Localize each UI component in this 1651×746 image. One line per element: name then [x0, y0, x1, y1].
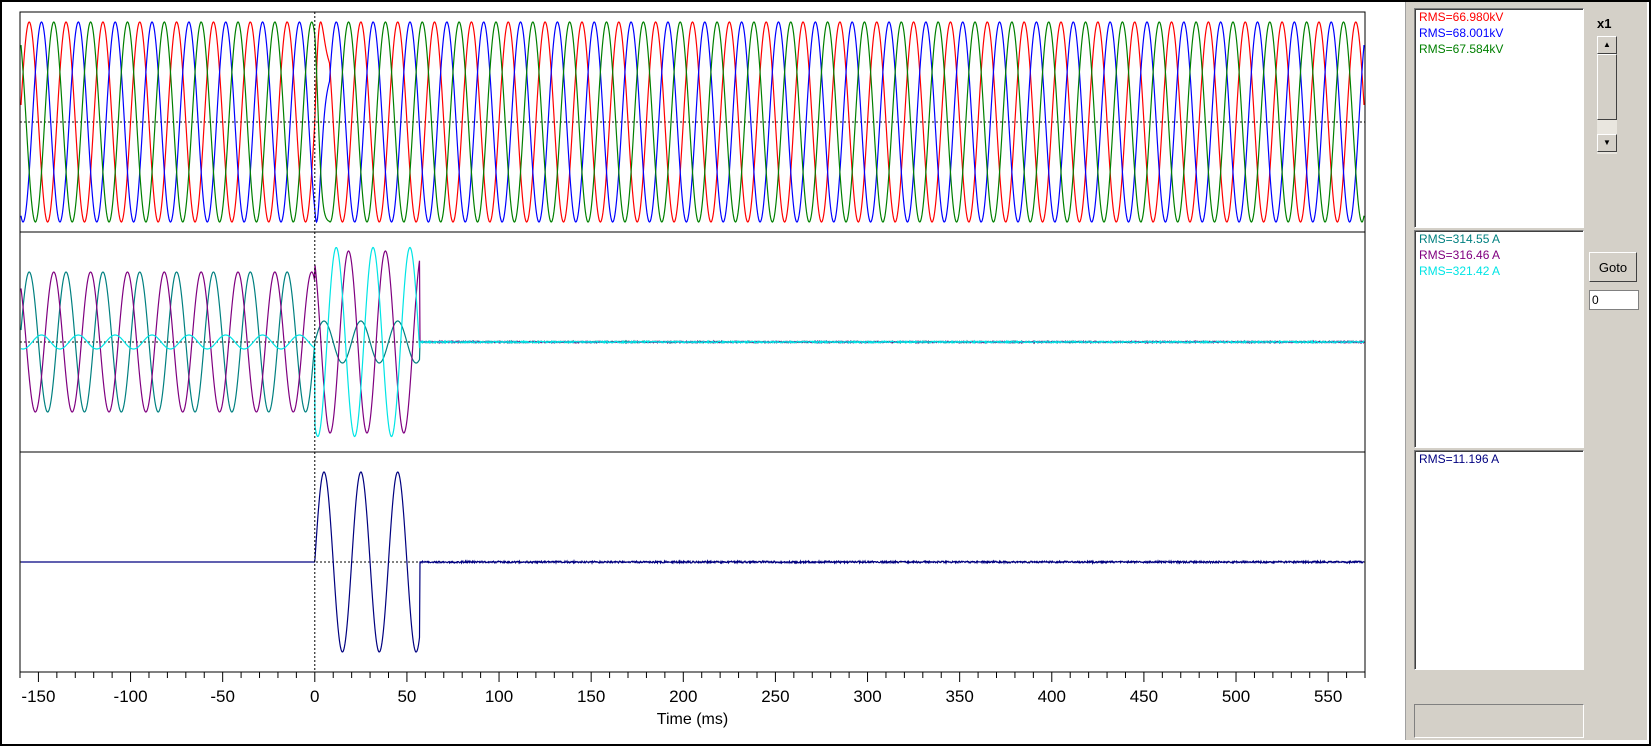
goto-time-input[interactable]: [1589, 290, 1639, 310]
x-tick-label: -100: [114, 687, 148, 706]
x-tick-label: -150: [21, 687, 55, 706]
rms-sidebar: RMS=66.980kV RMS=68.001kV RMS=67.584kV R…: [1405, 2, 1586, 740]
rms-panel-neutral: RMS=11.196 A: [1414, 450, 1584, 670]
x-tick-label: 250: [761, 687, 789, 706]
x-tick-label: 500: [1222, 687, 1250, 706]
rms-voltage-b: RMS=68.001kV: [1415, 25, 1583, 41]
rms-neutral-current: RMS=11.196 A: [1415, 451, 1583, 467]
x-tick-label: 450: [1130, 687, 1158, 706]
goto-button[interactable]: Goto: [1589, 252, 1637, 282]
panel-phase-currents: [20, 232, 1365, 452]
panel-neutral-current: [20, 452, 1365, 672]
status-area: [1414, 704, 1584, 738]
scroll-thumb[interactable]: [1597, 54, 1617, 120]
x-axis-label: Time (ms): [657, 711, 728, 728]
x-tick-label: 0: [310, 687, 319, 706]
rms-panel-currents: RMS=314.55 A RMS=316.46 A RMS=321.42 A: [1414, 230, 1584, 448]
zoom-scrollbar[interactable]: ▲ ▼: [1597, 36, 1617, 154]
x-tick-label: 150: [577, 687, 605, 706]
rms-current-b: RMS=316.46 A: [1415, 247, 1583, 263]
scroll-up-arrow-icon[interactable]: ▲: [1597, 36, 1617, 54]
x-tick-label: 400: [1038, 687, 1066, 706]
scroll-down-arrow-icon[interactable]: ▼: [1597, 134, 1617, 152]
waveform-plot[interactable]: -150 -100 -50 0 50 100 150 200 250 300 350 400 450 50…: [0, 0, 1405, 746]
x-tick-label: -50: [210, 687, 235, 706]
rms-voltage-a: RMS=66.980kV: [1415, 9, 1583, 25]
panel-voltages: [20, 12, 1365, 232]
zoom-level-label: x1: [1597, 16, 1611, 31]
x-tick-label: 100: [485, 687, 513, 706]
rms-current-c: RMS=321.42 A: [1415, 263, 1583, 279]
control-panel: x1 ▲ ▼ Goto: [1585, 2, 1647, 740]
rms-voltage-c: RMS=67.584kV: [1415, 41, 1583, 57]
x-tick-label: 200: [669, 687, 697, 706]
rms-current-a: RMS=314.55 A: [1415, 231, 1583, 247]
x-tick-label: 50: [397, 687, 416, 706]
x-tick-label: 550: [1314, 687, 1342, 706]
x-tick-label: 350: [945, 687, 973, 706]
x-tick-label: 300: [853, 687, 881, 706]
rms-panel-voltages: RMS=66.980kV RMS=68.001kV RMS=67.584kV: [1414, 8, 1584, 228]
